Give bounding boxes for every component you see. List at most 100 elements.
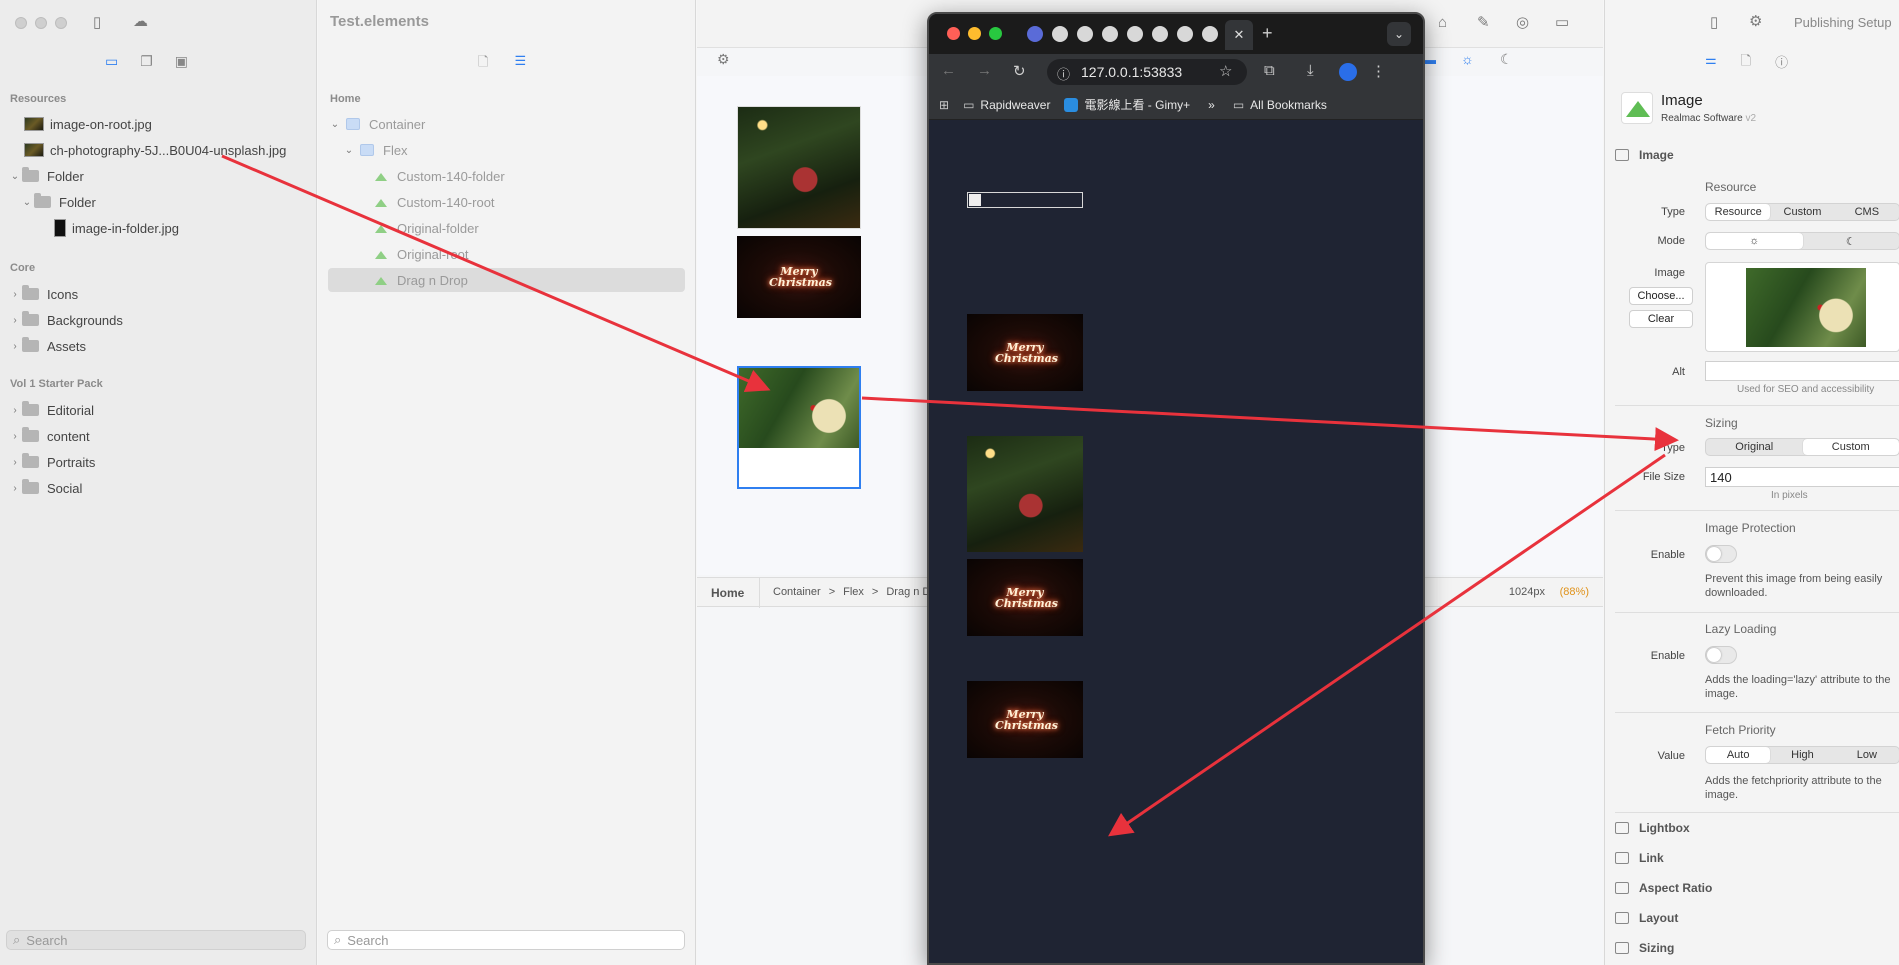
image-custom-folder[interactable]: [737, 106, 861, 229]
chevron-right-icon[interactable]: ›: [8, 405, 22, 416]
chevron-right-icon[interactable]: ›: [8, 289, 22, 300]
file-size-input[interactable]: 140: [1705, 467, 1899, 487]
resource-type-segmented-control[interactable]: Resource Custom CMS: [1705, 203, 1899, 221]
folder-tab-icon[interactable]: ▭: [105, 53, 118, 70]
core-item-assets[interactable]: › Assets: [8, 334, 86, 358]
compass-icon[interactable]: ◎: [1516, 13, 1529, 31]
lazy-loading-toggle[interactable]: [1705, 646, 1737, 664]
pack-item-content[interactable]: › content: [8, 424, 90, 448]
breadcrumb-item[interactable]: Drag n D: [886, 586, 930, 598]
tree-node-flex[interactable]: ⌄ Flex: [328, 138, 685, 162]
apps-grid-icon[interactable]: ⊞: [939, 98, 949, 112]
pack-item-social[interactable]: › Social: [8, 476, 82, 500]
sidebar-toggle-icon[interactable]: ▯: [93, 13, 101, 31]
resource-folder[interactable]: ⌄ Folder: [8, 164, 84, 188]
download-icon[interactable]: ⤓: [1307, 62, 1314, 79]
profile-avatar[interactable]: [1339, 63, 1357, 81]
chevron-down-icon[interactable]: ⌄: [20, 197, 34, 208]
tab-globe-icon[interactable]: [1102, 26, 1118, 42]
breadcrumb-home[interactable]: Home: [711, 586, 744, 600]
lightbox-section[interactable]: Lightbox: [1615, 815, 1690, 841]
active-tab-close-icon[interactable]: ✕: [1225, 20, 1253, 50]
rendered-image-custom-root[interactable]: Merry Christmas: [967, 314, 1083, 391]
page-tab-icon[interactable]: 🗋: [478, 53, 488, 75]
browser-close-button[interactable]: [947, 27, 960, 40]
sizing-type-segmented-control[interactable]: Original Custom: [1705, 438, 1899, 456]
tree-node-original-folder[interactable]: Original-folder: [328, 216, 685, 240]
chevron-down-icon[interactable]: ⌄: [342, 145, 356, 156]
layout-section[interactable]: Layout: [1615, 905, 1678, 931]
image-drag-drop-selected[interactable]: [737, 366, 861, 489]
bookmark-gimy[interactable]: 電影線上看 - Gimy+: [1084, 96, 1190, 113]
chevron-right-icon[interactable]: ›: [8, 341, 22, 352]
minimize-window-button[interactable]: [35, 17, 47, 29]
browser-minimize-button[interactable]: [968, 27, 981, 40]
chevron-right-icon[interactable]: ›: [8, 457, 22, 468]
settings-gear-icon[interactable]: ⚙: [1749, 12, 1762, 30]
copies-tab-icon[interactable]: ❐: [140, 53, 153, 70]
rendered-image-original-root[interactable]: Merry Christmas: [967, 559, 1083, 636]
core-item-icons[interactable]: › Icons: [8, 282, 78, 306]
tab-globe-icon[interactable]: [1077, 26, 1093, 42]
cloud-icon[interactable]: ☁: [133, 12, 148, 30]
tree-node-drag-drop[interactable]: Drag n Drop: [328, 268, 685, 292]
preview-icon[interactable]: ▭: [1555, 13, 1569, 31]
type-option-cms[interactable]: CMS: [1835, 204, 1899, 220]
type-option-resource[interactable]: Resource: [1706, 204, 1771, 220]
image-well[interactable]: [1705, 262, 1899, 352]
chevron-down-icon[interactable]: ⌄: [8, 171, 22, 182]
forward-arrow-icon[interactable]: →: [977, 62, 992, 79]
tab-globe-icon[interactable]: [1202, 26, 1218, 42]
address-bar[interactable]: ⓘ 127.0.0.1:53833: [1047, 59, 1247, 85]
chevron-down-icon[interactable]: ⌄: [328, 119, 342, 130]
broken-image-placeholder[interactable]: [967, 192, 1083, 208]
resource-item-folder-image[interactable]: image-in-folder.jpg: [54, 216, 179, 240]
resources-search-input[interactable]: ⌕ Search: [6, 930, 306, 950]
mode-segmented-control[interactable]: ☼ ☾: [1705, 232, 1899, 250]
choose-button[interactable]: Choose...: [1629, 287, 1693, 305]
core-item-backgrounds[interactable]: › Backgrounds: [8, 308, 123, 332]
image-custom-root[interactable]: Merry Christmas: [737, 236, 861, 318]
document-tab-icon[interactable]: 🗋: [1741, 52, 1751, 74]
bookmark-star-icon[interactable]: ☆: [1219, 62, 1232, 80]
tree-node-original-root[interactable]: Original-root: [328, 242, 685, 266]
store-icon[interactable]: ⌂: [1438, 14, 1447, 31]
sizing-section[interactable]: Sizing: [1615, 935, 1674, 961]
brush-icon[interactable]: ✎: [1477, 13, 1490, 31]
resource-subfolder[interactable]: ⌄ Folder: [20, 190, 96, 214]
image-tab-icon[interactable]: ▣: [175, 53, 188, 70]
type-option-custom[interactable]: Custom: [1770, 204, 1834, 220]
rendered-image-drag-drop[interactable]: Merry Christmas: [967, 681, 1083, 758]
image-section-header[interactable]: Image: [1615, 142, 1674, 168]
clear-button[interactable]: Clear: [1629, 310, 1693, 328]
light-mode-option[interactable]: ☼: [1706, 233, 1803, 249]
list-tab-icon[interactable]: ☰: [514, 53, 526, 75]
dark-mode-icon[interactable]: ☾: [1500, 51, 1513, 68]
breadcrumb-item[interactable]: Flex: [843, 586, 864, 598]
fetch-option-auto[interactable]: Auto: [1706, 747, 1771, 763]
rendered-image-original-folder[interactable]: [967, 436, 1083, 552]
fetch-option-low[interactable]: Low: [1835, 747, 1899, 763]
inspector-toggle-icon[interactable]: ▯: [1710, 13, 1718, 31]
tab-search-chevron-icon[interactable]: ⌄: [1387, 22, 1411, 46]
image-protection-toggle[interactable]: [1705, 545, 1737, 563]
zoom-window-button[interactable]: [55, 17, 67, 29]
dark-mode-option[interactable]: ☾: [1803, 233, 1899, 249]
tab-globe-icon[interactable]: [1152, 26, 1168, 42]
back-arrow-icon[interactable]: ←: [941, 62, 956, 79]
reload-icon[interactable]: ↻: [1013, 62, 1026, 80]
aspect-ratio-section[interactable]: Aspect Ratio: [1615, 875, 1712, 901]
gear-icon[interactable]: ⚙: [717, 51, 730, 68]
breadcrumb-item[interactable]: Container: [773, 586, 821, 598]
alt-text-input[interactable]: [1705, 361, 1899, 381]
sizing-option-custom[interactable]: Custom: [1802, 439, 1899, 455]
all-bookmarks[interactable]: All Bookmarks: [1250, 98, 1327, 112]
tree-node-custom-root[interactable]: Custom-140-root: [328, 190, 685, 214]
extensions-icon[interactable]: ⧉: [1264, 62, 1275, 79]
new-tab-button[interactable]: +: [1262, 23, 1273, 44]
resource-item-unsplash-image[interactable]: ch-photography-5J...B0U04-unsplash.jpg: [24, 138, 286, 162]
chevron-right-icon[interactable]: ›: [8, 431, 22, 442]
bookmark-rapidweaver[interactable]: Rapidweaver: [980, 98, 1050, 112]
pack-item-editorial[interactable]: › Editorial: [8, 398, 94, 422]
info-tab-icon[interactable]: ⓘ: [1775, 52, 1788, 74]
